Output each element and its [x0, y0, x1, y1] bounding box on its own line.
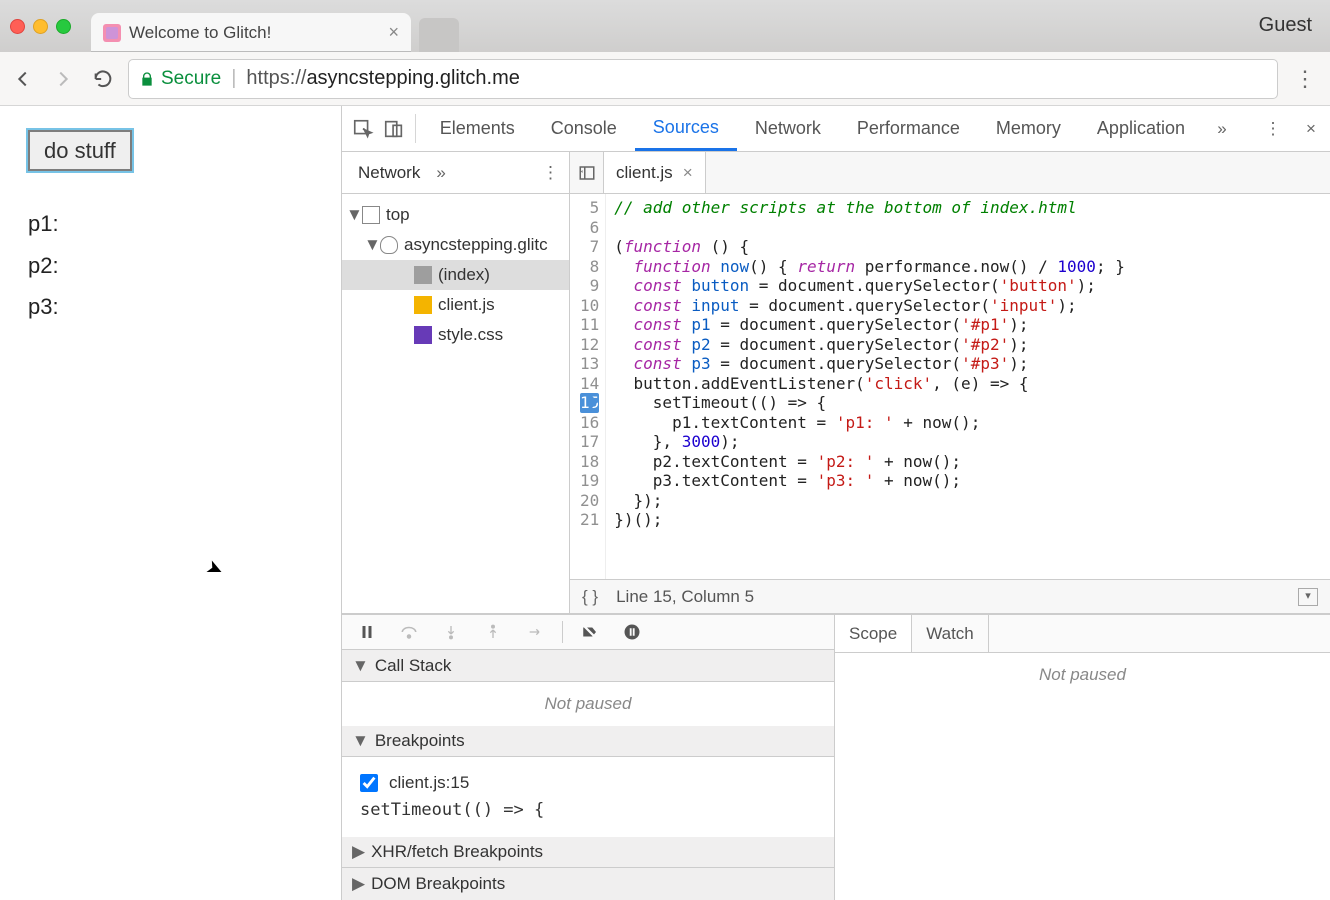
devtools-tab-memory[interactable]: Memory: [978, 106, 1079, 151]
deactivate-breakpoints-button[interactable]: [571, 617, 609, 647]
file-tab-clientjs[interactable]: client.js ×: [604, 152, 706, 193]
url-text: https://asyncstepping.glitch.me: [246, 67, 519, 90]
tree-file[interactable]: (index): [342, 260, 569, 290]
navigator-tab-network[interactable]: Network: [352, 159, 426, 187]
tab-title: Welcome to Glitch!: [129, 23, 380, 43]
debugger-right-pane: Scope Watch Not paused: [835, 615, 1330, 900]
favicon-icon: [103, 24, 121, 42]
devtools-close-button[interactable]: ×: [1292, 119, 1330, 139]
callstack-state: Not paused: [342, 682, 834, 726]
window-minimize-button[interactable]: [33, 19, 48, 34]
line-gutter[interactable]: 56789101112131415161718192021: [570, 194, 606, 579]
tab-close-button[interactable]: ×: [388, 22, 399, 43]
window-maximize-button[interactable]: [56, 19, 71, 34]
new-tab-button[interactable]: [419, 18, 459, 52]
tree-file[interactable]: style.css: [342, 320, 569, 350]
toggle-navigator-button[interactable]: [570, 152, 604, 193]
step-out-button[interactable]: [474, 617, 512, 647]
navigator-menu-button[interactable]: ⋮: [542, 163, 559, 183]
tree-top[interactable]: ▼ top: [342, 200, 569, 230]
pause-exceptions-button[interactable]: [613, 617, 651, 647]
devtools-tab-sources[interactable]: Sources: [635, 106, 737, 151]
inspect-element-button[interactable]: [348, 106, 378, 151]
navigator-subtabs: Network » ⋮: [342, 152, 569, 194]
step-over-button[interactable]: [390, 617, 428, 647]
sources-navigator: Network » ⋮ ▼ top ▼ asyncstepping.glitc: [342, 152, 570, 613]
debugger-left-pane: ▼Call Stack Not paused ▼Breakpoints clie…: [342, 615, 835, 900]
do-stuff-button[interactable]: do stuff: [28, 130, 132, 171]
devtools-tab-application[interactable]: Application: [1079, 106, 1203, 151]
browser-menu-button[interactable]: ⋮: [1288, 66, 1322, 91]
device-toggle-button[interactable]: [378, 106, 408, 151]
pretty-print-button[interactable]: { }: [582, 587, 598, 607]
pause-button[interactable]: [348, 617, 386, 647]
devtools-tab-elements[interactable]: Elements: [422, 106, 533, 151]
tree-file[interactable]: client.js: [342, 290, 569, 320]
file-icon: [414, 296, 432, 314]
scope-state: Not paused: [835, 653, 1330, 697]
callstack-header[interactable]: ▼Call Stack: [342, 650, 834, 682]
reload-button[interactable]: [88, 64, 118, 94]
window-close-button[interactable]: [10, 19, 25, 34]
lock-icon: [139, 71, 155, 87]
secure-label: Secure: [161, 68, 221, 90]
code-area[interactable]: // add other scripts at the bottom of in…: [606, 194, 1330, 579]
devtools-tab-console[interactable]: Console: [533, 106, 635, 151]
tree-domain[interactable]: ▼ asyncstepping.glitc: [342, 230, 569, 260]
breakpoints-header[interactable]: ▼Breakpoints: [342, 726, 834, 758]
dom-breakpoints-header[interactable]: ▶DOM Breakpoints: [342, 868, 834, 900]
secure-badge: Secure: [139, 68, 221, 90]
watch-tab[interactable]: Watch: [912, 615, 989, 652]
close-file-button[interactable]: ×: [683, 163, 693, 183]
page-content: do stuff p1: p2: p3:: [0, 106, 342, 900]
breakpoint-checkbox[interactable]: [360, 774, 378, 792]
devtools-menu-button[interactable]: ⋮: [1254, 119, 1292, 139]
breakpoint-row[interactable]: client.js:15: [356, 767, 820, 799]
devtools-tab-performance[interactable]: Performance: [839, 106, 978, 151]
breakpoint-snippet: setTimeout(() => {: [356, 799, 820, 827]
collapse-button[interactable]: ▾: [1298, 588, 1318, 606]
code-editor: client.js × 5678910111213141516171819202…: [570, 152, 1330, 613]
back-button[interactable]: [8, 64, 38, 94]
file-icon: [414, 266, 432, 284]
window-tabstrip: Welcome to Glitch! × Guest: [0, 0, 1330, 52]
xhr-breakpoints-header[interactable]: ▶XHR/fetch Breakpoints: [342, 837, 834, 869]
browser-tab[interactable]: Welcome to Glitch! ×: [91, 13, 411, 52]
file-tree: ▼ top ▼ asyncstepping.glitc (index)clien…: [342, 194, 569, 613]
cursor-position: Line 15, Column 5: [616, 587, 754, 607]
debugger-toolbar: [342, 615, 834, 650]
window-icon: [362, 206, 380, 224]
scope-watch-tabs: Scope Watch: [835, 615, 1330, 653]
breakpoints-body: client.js:15 setTimeout(() => {: [342, 757, 834, 837]
more-tabs-button[interactable]: »: [1203, 119, 1241, 139]
p2-text: p2:: [28, 253, 313, 278]
browser-toolbar: Secure | https://asyncstepping.glitch.me…: [0, 52, 1330, 106]
address-bar[interactable]: Secure | https://asyncstepping.glitch.me: [128, 59, 1278, 99]
scope-tab[interactable]: Scope: [835, 615, 912, 652]
forward-button[interactable]: [48, 64, 78, 94]
breakpoint-location: client.js:15: [389, 773, 469, 793]
devtools-panel: ElementsConsoleSourcesNetworkPerformance…: [342, 106, 1330, 900]
p1-text: p1:: [28, 211, 313, 236]
editor-tabbar: client.js ×: [570, 152, 1330, 194]
navigator-more-button[interactable]: »: [436, 163, 445, 183]
editor-status-bar: { } Line 15, Column 5 ▾: [570, 579, 1330, 613]
step-button[interactable]: [516, 617, 554, 647]
profile-label[interactable]: Guest: [1259, 14, 1312, 37]
devtools-tabbar: ElementsConsoleSourcesNetworkPerformance…: [342, 106, 1330, 152]
devtools-tab-network[interactable]: Network: [737, 106, 839, 151]
window-controls: [10, 19, 71, 34]
file-icon: [414, 326, 432, 344]
p3-text: p3:: [28, 294, 313, 319]
cloud-icon: [380, 236, 398, 254]
url-separator: |: [231, 67, 236, 90]
step-into-button[interactable]: [432, 617, 470, 647]
